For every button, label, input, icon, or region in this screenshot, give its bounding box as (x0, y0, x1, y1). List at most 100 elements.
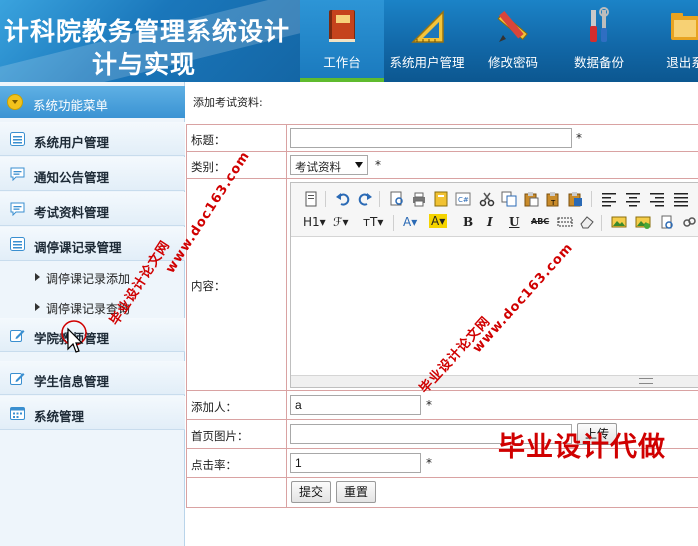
nav-label: 系统用户管理 (389, 55, 465, 70)
sidebar-item-students[interactable]: 学生信息管理 (0, 361, 185, 395)
preview-icon[interactable] (389, 191, 405, 207)
align-left-icon[interactable] (601, 191, 617, 207)
paste-text-icon[interactable]: T (545, 191, 561, 207)
editor-toolbar: C# T H1▾ ℱ▾ тT▾ A▾ A▾ B I U ABC (291, 183, 698, 237)
list-icon (10, 237, 25, 251)
font-size-dropdown[interactable]: тT▾ (363, 215, 383, 229)
top-nav: 工作台 系统用户管理 修改密码 数据备份 退出系 (300, 0, 698, 82)
svg-text:T: T (550, 199, 556, 207)
align-justify-icon[interactable] (673, 191, 689, 207)
sidebar-item-label: 系统用户管理 (34, 135, 110, 150)
image-icon[interactable] (611, 214, 627, 230)
nav-label: 数据备份 (573, 55, 624, 70)
print-icon[interactable] (411, 191, 427, 207)
chevron-down-icon (7, 94, 23, 110)
nav-system-users[interactable]: 系统用户管理 (384, 0, 470, 82)
submenu-item-label: 调停课记录查询 (46, 302, 131, 316)
submenu-item-add-class-change[interactable]: 调停课记录添加 (0, 262, 185, 292)
top-header: 计科院教务管理系统设计 计与实现 工作台 系统用户管理 修改密码 数据备份 退出… (0, 0, 698, 82)
align-right-icon[interactable] (649, 191, 665, 207)
label-category: 类别： (191, 160, 226, 174)
sidebar-item-exam-materials[interactable]: 考试资料管理 (0, 192, 185, 226)
nav-label: 退出系 (666, 55, 698, 70)
nav-label: 修改密码 (487, 55, 538, 70)
app-title-line1: 计科院教务管理系统设计 (4, 17, 291, 46)
insert-media-icon[interactable] (635, 214, 651, 230)
paste-icon[interactable] (523, 191, 539, 207)
sidebar-item-notices[interactable]: 通知公告管理 (0, 157, 185, 191)
rich-text-editor[interactable]: C# T H1▾ ℱ▾ тT▾ A▾ A▾ B I U ABC (290, 182, 698, 388)
pencil-ruler-icon (497, 11, 528, 42)
dropdown-arrow-icon (355, 162, 363, 168)
title-input[interactable] (290, 128, 572, 148)
label-content: 内容： (191, 279, 226, 293)
sidebar-item-teachers[interactable]: 学院教师管理 (0, 318, 185, 352)
calendar-icon (10, 407, 25, 420)
sidebar-item-class-changes[interactable]: 调停课记录管理 (0, 227, 185, 261)
ruler-triangle-icon (411, 10, 444, 43)
sidebar-item-label: 通知公告管理 (34, 170, 110, 185)
highlight-button[interactable]: A▾ (429, 214, 448, 228)
label-click-rate: 点击率： (191, 458, 237, 472)
edit-icon (10, 330, 25, 342)
chat-icon (10, 202, 25, 216)
sidebar-header[interactable]: 系统功能菜单 (0, 86, 185, 118)
mouse-cursor-icon (61, 320, 87, 353)
reset-button[interactable]: 重置 (336, 481, 376, 503)
watermark-ad: 毕业设计代做 (498, 432, 666, 463)
required-mark: * (426, 456, 432, 470)
attachment-icon[interactable] (659, 214, 675, 230)
nav-label: 工作台 (323, 55, 361, 70)
italic-button[interactable]: I (487, 215, 493, 229)
sidebar-item-system[interactable]: 系统管理 (0, 396, 185, 430)
strikethrough-button[interactable]: ABC (531, 217, 549, 226)
nav-data-backup[interactable]: 数据备份 (556, 0, 642, 82)
redo-icon[interactable] (357, 191, 373, 207)
sidebar-item-system-users[interactable]: 系统用户管理 (0, 122, 185, 156)
font-family-dropdown[interactable]: ℱ▾ (333, 215, 348, 229)
required-mark: * (426, 398, 432, 412)
form-row-actions: 提交 重置 (186, 478, 698, 508)
caret-right-icon (35, 303, 40, 311)
resize-handle[interactable] (639, 378, 653, 384)
category-select-value: 考试资料 (295, 160, 341, 174)
sidebar-item-label: 学生信息管理 (34, 374, 110, 389)
code-icon[interactable]: C# (455, 191, 471, 207)
main-content: 添加考试资料: 标题： * 类别： 考试资料 * 内容： C# T H1▾ ℱ▾… (186, 82, 698, 546)
app-title-line2: 计与实现 (92, 50, 197, 79)
submit-button[interactable]: 提交 (291, 481, 331, 503)
underline-button[interactable]: U (509, 215, 519, 229)
nav-workbench[interactable]: 工作台 (300, 0, 384, 82)
font-color-button[interactable]: A▾ (403, 215, 417, 229)
required-mark: * (375, 158, 381, 172)
sidebar-title: 系统功能菜单 (33, 98, 109, 113)
label-cover-image: 首页图片： (191, 429, 249, 443)
table-grid-icon[interactable] (557, 214, 573, 230)
nav-logout[interactable]: 退出系 (642, 0, 698, 82)
sidebar-item-label: 调停课记录管理 (34, 240, 122, 255)
book-icon (329, 10, 355, 42)
undo-icon[interactable] (335, 191, 351, 207)
paste-word-icon[interactable] (567, 191, 583, 207)
eraser-icon[interactable] (579, 214, 595, 230)
editor-statusbar (291, 375, 698, 387)
copy-icon[interactable] (501, 191, 517, 207)
sidebar-item-label: 考试资料管理 (34, 205, 110, 220)
cut-icon[interactable] (479, 191, 495, 207)
caret-right-icon (35, 273, 40, 281)
required-mark: * (576, 131, 582, 145)
link-icon[interactable] (681, 214, 697, 230)
template-icon[interactable] (433, 191, 449, 207)
sidebar: 系统功能菜单 系统用户管理 通知公告管理 考试资料管理 调停课记录管理 调停课记… (0, 82, 185, 546)
heading-dropdown[interactable]: H1▾ (303, 215, 326, 229)
category-select[interactable]: 考试资料 (290, 155, 368, 175)
bold-button[interactable]: B (463, 215, 473, 229)
adder-input[interactable] (290, 395, 421, 415)
source-icon[interactable] (303, 191, 319, 207)
form-row-category: 类别： 考试资料 * (186, 152, 698, 179)
click-rate-input[interactable] (290, 453, 421, 473)
nav-change-password[interactable]: 修改密码 (470, 0, 556, 82)
label-title: 标题： (191, 133, 226, 147)
form-row-title: 标题： * (186, 124, 698, 152)
align-center-icon[interactable] (625, 191, 641, 207)
